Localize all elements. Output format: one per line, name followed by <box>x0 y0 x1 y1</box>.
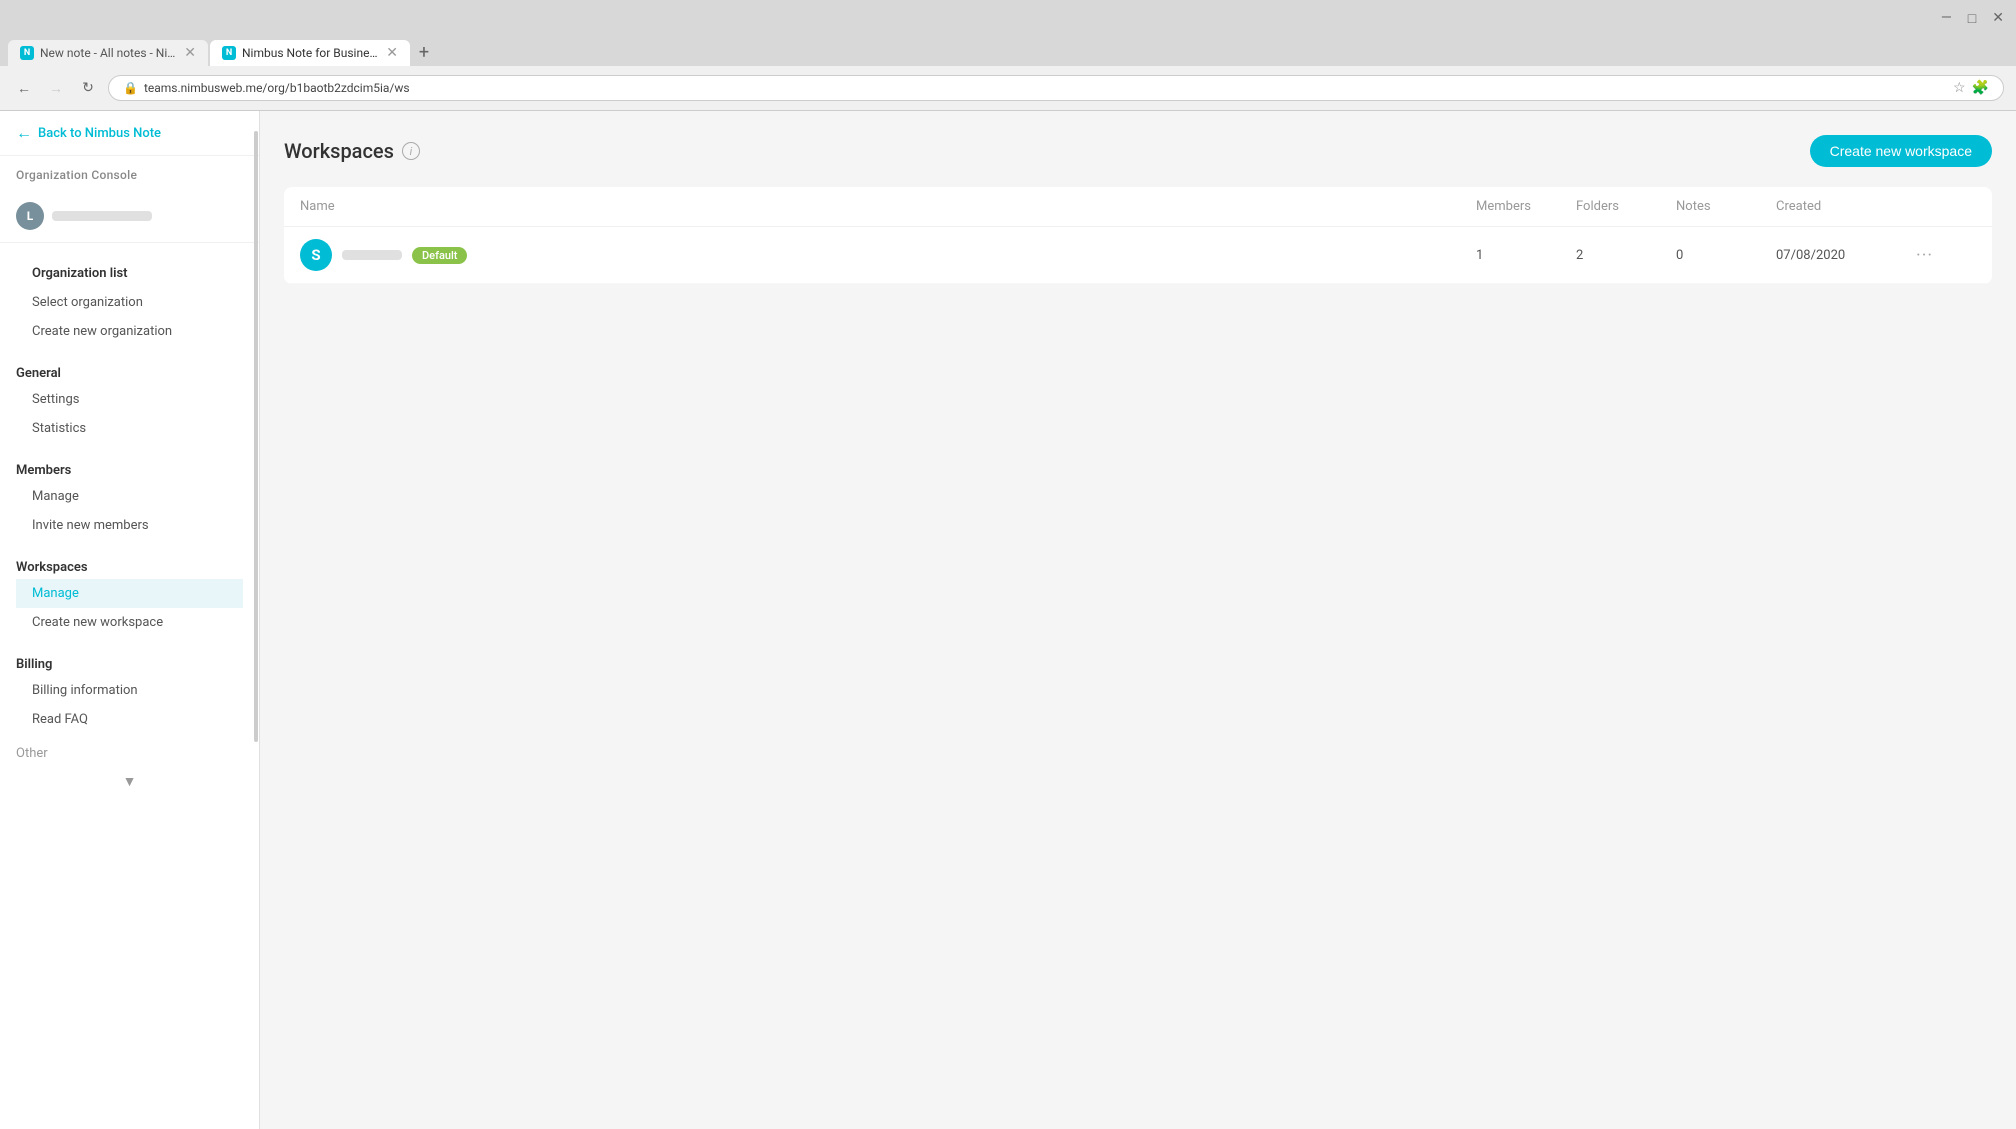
workspace-avatar: S <box>300 239 332 271</box>
tab-1[interactable]: N New note - All notes - Nimbus ... ✕ <box>8 40 208 66</box>
col-folders: Folders <box>1576 199 1676 214</box>
tabs-bar: N New note - All notes - Nimbus ... ✕ N … <box>0 36 2016 66</box>
page-title-row: Workspaces i <box>284 139 420 163</box>
workspace-table: Name Members Folders Notes Created S Def… <box>284 187 1992 284</box>
workspace-members-count: 1 <box>1476 248 1576 263</box>
bookmark-icon[interactable]: ☆ <box>1953 80 1966 96</box>
tab-1-title: New note - All notes - Nimbus ... <box>40 46 178 60</box>
sidebar-item-read-faq[interactable]: Read FAQ <box>16 705 243 734</box>
close-button[interactable]: ✕ <box>1992 10 2004 26</box>
table-header: Name Members Folders Notes Created <box>284 187 1992 227</box>
back-label: Back to Nimbus Note <box>38 126 161 141</box>
info-icon[interactable]: i <box>402 142 420 160</box>
workspace-name-blurred <box>342 250 402 260</box>
user-avatar: L <box>16 202 44 230</box>
sidebar: ← Back to Nimbus Note Organization Conso… <box>0 111 260 1129</box>
workspace-folders-count: 2 <box>1576 248 1676 263</box>
app-container: ← Back to Nimbus Note Organization Conso… <box>0 111 2016 1129</box>
sidebar-section-workspaces: Workspaces Manage Create new workspace <box>0 544 259 641</box>
page-title: Workspaces <box>284 139 394 163</box>
back-nav-button[interactable]: ← <box>12 76 36 100</box>
create-workspace-button[interactable]: Create new workspace <box>1810 135 1992 167</box>
back-to-nimbus-button[interactable]: ← Back to Nimbus Note <box>0 111 259 156</box>
tab-1-close[interactable]: ✕ <box>184 46 196 60</box>
maximize-button[interactable]: □ <box>1968 10 1976 27</box>
col-notes: Notes <box>1676 199 1776 214</box>
sidebar-item-billing-info[interactable]: Billing information <box>16 676 243 705</box>
reload-button[interactable]: ↻ <box>76 76 100 100</box>
titlebar: — □ ✕ <box>0 0 2016 36</box>
sidebar-item-org-list[interactable]: Organization list <box>16 259 243 288</box>
tab-2-close[interactable]: ✕ <box>386 46 398 60</box>
sidebar-item-invite-members[interactable]: Invite new members <box>16 511 243 540</box>
workspace-notes-count: 0 <box>1676 248 1776 263</box>
sidebar-item-manage-workspaces[interactable]: Manage <box>16 579 243 608</box>
url-text: teams.nimbusweb.me/org/b1baotb2zdcim5ia/… <box>144 81 1947 95</box>
sidebar-scrollbar[interactable] <box>253 111 259 1129</box>
window-controls[interactable]: — □ ✕ <box>1941 10 2004 27</box>
sidebar-more-label: Other <box>0 738 259 769</box>
sidebar-item-statistics[interactable]: Statistics <box>16 414 243 443</box>
sidebar-section-billing-title: Billing <box>16 657 243 672</box>
col-created: Created <box>1776 199 1916 214</box>
tab-2[interactable]: N Nimbus Note for Business - Org... ✕ <box>210 40 410 66</box>
col-name: Name <box>300 199 1476 214</box>
main-content: Workspaces i Create new workspace Name M… <box>260 111 2016 1129</box>
col-actions <box>1916 199 1976 214</box>
tab-1-icon: N <box>20 46 34 60</box>
sidebar-item-select-org[interactable]: Select organization <box>16 288 243 317</box>
sidebar-section-org: Organization list Select organization Cr… <box>0 243 259 350</box>
extension-icon[interactable]: 🧩 <box>1972 80 1989 96</box>
tab-2-icon: N <box>222 46 236 60</box>
default-badge: Default <box>412 247 467 264</box>
col-members: Members <box>1476 199 1576 214</box>
workspace-name-cell: S Default <box>300 239 1476 271</box>
sidebar-section-general: General Settings Statistics <box>0 350 259 447</box>
sidebar-section-members-title: Members <box>16 463 243 478</box>
forward-nav-button[interactable]: → <box>44 76 68 100</box>
sidebar-section-billing: Billing Billing information Read FAQ <box>0 641 259 738</box>
back-arrow-icon: ← <box>16 123 32 143</box>
tab-2-title: Nimbus Note for Business - Org... <box>242 46 380 60</box>
org-console-label: Organization Console <box>0 156 259 194</box>
sidebar-scroll-down-icon[interactable]: ▼ <box>122 773 138 789</box>
sidebar-section-members: Members Manage Invite new members <box>0 447 259 544</box>
sidebar-item-manage-members[interactable]: Manage <box>16 482 243 511</box>
table-row: S Default 1 2 0 07/08/2020 ··· <box>284 227 1992 284</box>
user-name-blurred <box>52 211 152 221</box>
sidebar-item-create-workspace[interactable]: Create new workspace <box>16 608 243 637</box>
sidebar-section-general-title: General <box>16 366 243 381</box>
minimize-button[interactable]: — <box>1941 10 1952 26</box>
workspace-more-button[interactable]: ··· <box>1916 245 1976 266</box>
user-row: L <box>0 194 259 243</box>
sidebar-scrollbar-thumb <box>254 131 258 742</box>
sidebar-section-workspaces-title: Workspaces <box>16 560 243 575</box>
url-bar[interactable]: 🔒 teams.nimbusweb.me/org/b1baotb2zdcim5i… <box>108 75 2004 101</box>
new-tab-button[interactable]: + <box>412 40 436 64</box>
sidebar-item-create-org[interactable]: Create new organization <box>16 317 243 346</box>
browser-chrome: — □ ✕ N New note - All notes - Nimbus ..… <box>0 0 2016 111</box>
address-bar: ← → ↻ 🔒 teams.nimbusweb.me/org/b1baotb2z… <box>0 66 2016 110</box>
sidebar-item-settings[interactable]: Settings <box>16 385 243 414</box>
page-header: Workspaces i Create new workspace <box>284 135 1992 167</box>
workspace-created-date: 07/08/2020 <box>1776 248 1916 263</box>
